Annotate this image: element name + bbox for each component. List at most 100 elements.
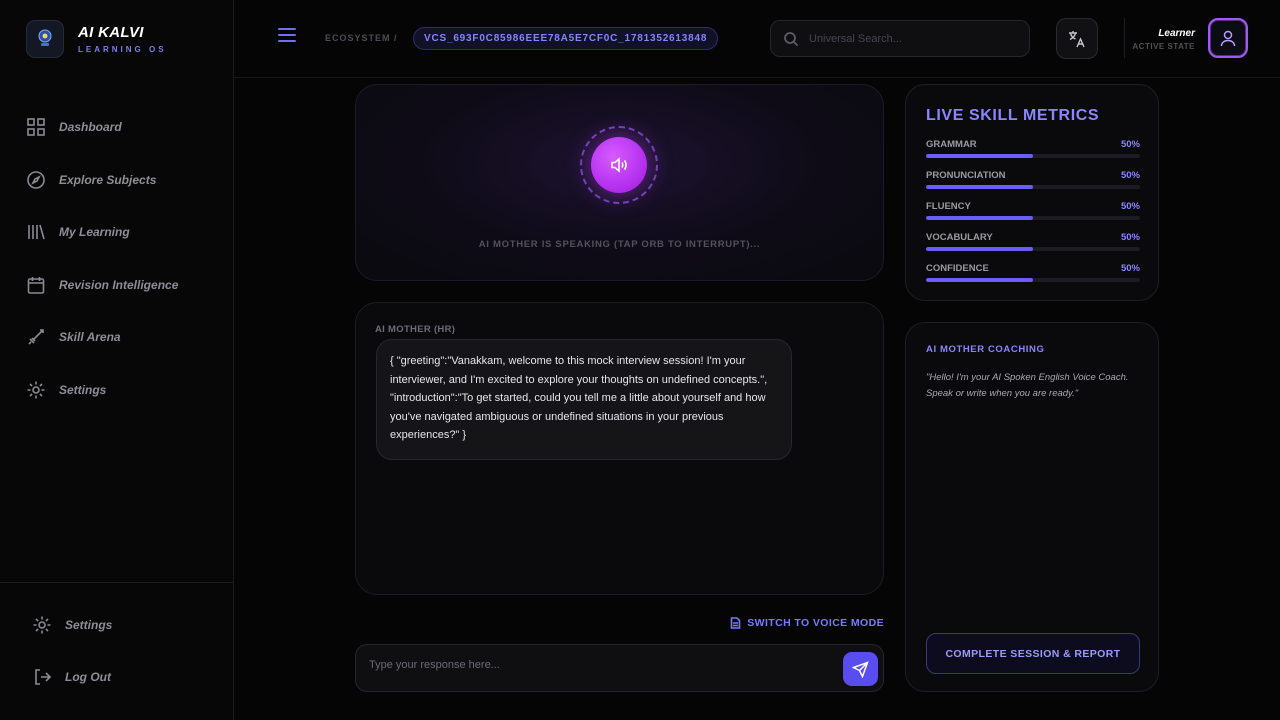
chat-panel: AI MOTHER (HR) { "greeting":"Vanakkam, w…	[355, 302, 884, 595]
metric-progress-fill	[926, 278, 1033, 282]
sidebar-item-label: Log Out	[65, 670, 111, 684]
metric-confidence: CONFIDENCE 50%	[926, 263, 1140, 282]
reply-composer	[355, 644, 884, 692]
user-info: Learner ACTIVE STATE	[1132, 28, 1195, 51]
metric-value: 50%	[1120, 201, 1140, 212]
metric-progress-fill	[926, 247, 1033, 251]
metric-progress-track	[926, 185, 1140, 189]
metric-row: PRONUNCIATION 50%	[926, 170, 1140, 181]
header-divider	[1124, 18, 1125, 58]
metric-row: FLUENCY 50%	[926, 201, 1140, 212]
metric-grammar: GRAMMAR 50%	[926, 139, 1140, 158]
complete-session-button[interactable]: COMPLETE SESSION & REPORT	[926, 633, 1140, 674]
sidebar-divider	[0, 582, 234, 583]
send-button[interactable]	[843, 652, 878, 686]
sidebar-item-label: Settings	[65, 618, 113, 632]
translate-icon	[1069, 30, 1085, 47]
metric-name: VOCABULARY	[926, 232, 993, 243]
search-icon	[784, 31, 799, 46]
sidebar-item-revision-intelligence[interactable]: Revision Intelligence	[26, 272, 178, 298]
metric-value: 50%	[1120, 139, 1140, 150]
user-state: ACTIVE STATE	[1132, 42, 1195, 51]
brand-logo-icon	[26, 20, 64, 58]
sidebar-item-label: Revision Intelligence	[59, 277, 179, 292]
voice-orb-ring	[580, 126, 658, 204]
sidebar-item-label: Settings	[59, 382, 107, 397]
gear-icon	[27, 381, 45, 398]
sidebar-item-my-learning[interactable]: My Learning	[26, 219, 178, 245]
sidebar-item-dashboard[interactable]: Dashboard	[26, 114, 178, 140]
sidebar-bottom-settings[interactable]: Settings	[32, 612, 112, 638]
sidebar: AI KALVI LEARNING OS Dashboard Explore S…	[0, 0, 234, 720]
metric-fluency: FLUENCY 50%	[926, 201, 1140, 220]
switch-to-voice-mode-button[interactable]: SWITCH TO VOICE MODE	[730, 617, 884, 629]
brand: AI KALVI LEARNING OS	[26, 20, 167, 58]
switch-voice-label: SWITCH TO VOICE MODE	[747, 617, 884, 629]
metric-progress-track	[926, 216, 1140, 220]
app-root: AI KALVI LEARNING OS Dashboard Explore S…	[0, 0, 1280, 720]
library-icon	[28, 224, 45, 240]
metric-progress-track	[926, 247, 1140, 251]
sidebar-item-label: Skill Arena	[59, 330, 121, 344]
voice-orb-button[interactable]	[591, 137, 647, 193]
sword-icon	[28, 329, 44, 345]
logout-button[interactable]: Log Out	[32, 664, 112, 690]
metric-row: GRAMMAR 50%	[926, 139, 1140, 150]
brand-title: AI KALVI	[78, 24, 144, 41]
metric-value: 50%	[1120, 263, 1140, 274]
coaching-title: AI MOTHER COACHING	[926, 344, 1045, 355]
gear-icon	[33, 616, 51, 634]
sidebar-item-label: Dashboard	[59, 120, 122, 134]
search-input[interactable]	[809, 32, 1009, 45]
grid-icon	[27, 118, 45, 136]
sidebar-item-settings[interactable]: Settings	[26, 377, 178, 403]
metric-name: PRONUNCIATION	[926, 170, 1006, 181]
universal-search	[770, 20, 1030, 57]
compass-icon	[27, 170, 45, 189]
metric-row: CONFIDENCE 50%	[926, 263, 1140, 274]
speaker-icon	[611, 157, 627, 173]
translate-button[interactable]	[1056, 18, 1098, 59]
calendar-icon	[27, 276, 45, 294]
metric-progress-track	[926, 154, 1140, 158]
brand-subtitle: LEARNING OS	[78, 45, 167, 54]
menu-toggle-button[interactable]	[278, 28, 296, 48]
coaching-panel: AI MOTHER COACHING "Hello! I'm your AI S…	[905, 322, 1159, 692]
logout-icon	[35, 669, 52, 685]
metric-progress-fill	[926, 185, 1033, 189]
voice-panel: AI MOTHER IS SPEAKING (TAP ORB TO INTERR…	[355, 84, 884, 281]
metric-progress-fill	[926, 216, 1033, 220]
sidebar-item-skill-arena[interactable]: Skill Arena	[26, 324, 178, 350]
document-icon	[730, 617, 741, 629]
metric-name: FLUENCY	[926, 201, 971, 212]
metric-vocabulary: VOCABULARY 50%	[926, 232, 1140, 251]
metric-progress-track	[926, 278, 1140, 282]
message-sender: AI MOTHER (HR)	[375, 324, 456, 335]
user-icon	[1220, 30, 1236, 47]
avatar[interactable]	[1208, 18, 1248, 58]
send-icon	[852, 660, 869, 678]
metric-pronunciation: PRONUNCIATION 50%	[926, 170, 1140, 189]
metric-progress-fill	[926, 154, 1033, 158]
sidebar-bottom-nav: Settings Log Out	[32, 612, 112, 716]
sidebar-nav: Dashboard Explore Subjects My Learning R…	[26, 114, 178, 429]
breadcrumb: ECOSYSTEM /	[325, 33, 398, 43]
reply-input[interactable]	[369, 659, 829, 671]
user-name: Learner	[1158, 28, 1195, 39]
metric-name: CONFIDENCE	[926, 263, 989, 274]
message-bubble: { "greeting":"Vanakkam, welcome to this …	[376, 339, 792, 460]
sidebar-item-explore-subjects[interactable]: Explore Subjects	[26, 167, 178, 193]
coaching-message: "Hello! I'm your AI Spoken English Voice…	[926, 372, 1129, 399]
session-id-badge: VCS_693F0C85986EEE78A5E7CF0C_17813526138…	[413, 27, 719, 50]
metric-row: VOCABULARY 50%	[926, 232, 1140, 243]
top-header: ECOSYSTEM / VCS_693F0C85986EEE78A5E7CF0C…	[234, 0, 1280, 78]
metrics-title: LIVE SKILL METRICS	[926, 107, 1100, 124]
hamburger-icon	[278, 28, 296, 30]
voice-status-text: AI MOTHER IS SPEAKING (TAP ORB TO INTERR…	[478, 239, 761, 250]
sidebar-item-label: Explore Subjects	[59, 172, 157, 187]
live-skill-metrics-panel: LIVE SKILL METRICS GRAMMAR 50% PRONUNCIATI…	[905, 84, 1159, 301]
sidebar-item-label: My Learning	[59, 225, 130, 239]
metric-name: GRAMMAR	[926, 139, 977, 150]
metric-value: 50%	[1120, 170, 1140, 181]
metric-value: 50%	[1120, 232, 1140, 243]
